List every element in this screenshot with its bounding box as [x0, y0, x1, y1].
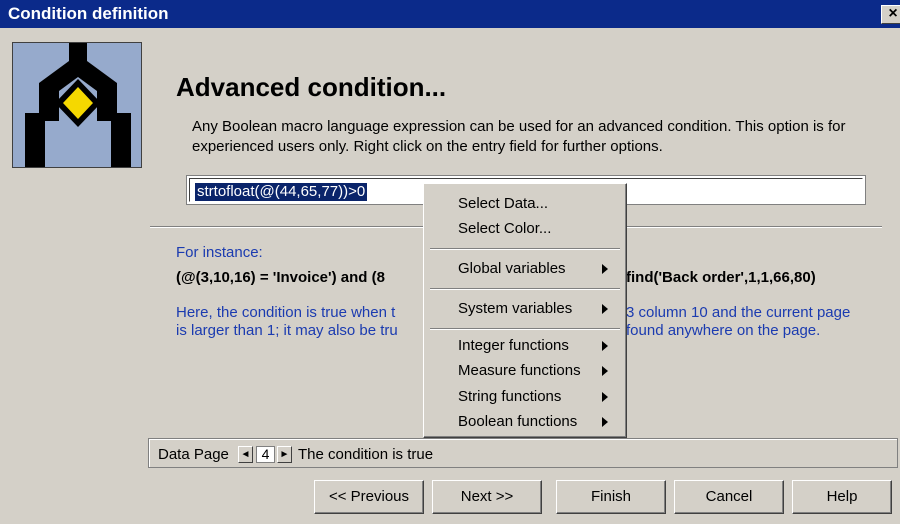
status-bar: Data Page ◄ 4 ► The condition is true [148, 438, 898, 468]
window-title: Condition definition [8, 4, 169, 23]
menu-item-integer-functions[interactable]: Integer functions [436, 336, 616, 356]
menu-item-boolean-functions[interactable]: Boolean functions [436, 412, 616, 432]
menu-item-label: System variables [458, 300, 573, 317]
next-button[interactable]: Next >> [432, 480, 542, 514]
submenu-arrow-icon [602, 304, 608, 314]
menu-item-global-variables[interactable]: Global variables [436, 259, 616, 279]
menu-item-string-functions[interactable]: String functions [436, 387, 616, 407]
finish-button[interactable]: Finish [556, 480, 666, 514]
submenu-arrow-icon [602, 417, 608, 427]
menu-separator [430, 328, 620, 330]
example-expression-left: (@(3,10,16) = 'Invoice') and (8 [176, 269, 385, 286]
menu-item-label: Boolean functions [458, 413, 578, 430]
cancel-button[interactable]: Cancel [674, 480, 784, 514]
menu-separator [430, 288, 620, 290]
menu-item-label: Select Color... [458, 220, 552, 237]
help-button[interactable]: Help [792, 480, 892, 514]
previous-button[interactable]: << Previous [314, 480, 424, 514]
menu-item-label: Global variables [458, 260, 566, 277]
page-number-field[interactable]: 4 [256, 446, 275, 463]
expression-context-menu: Select Data... Select Color... Global va… [423, 183, 627, 438]
submenu-arrow-icon [602, 366, 608, 376]
data-page-label: Data Page [158, 446, 229, 463]
menu-item-label: Select Data... [458, 195, 549, 212]
explanation-line2-left: is larger than 1; it may also be tru [176, 322, 398, 339]
explanation-line1-right: 3 column 10 and the current page [626, 304, 851, 321]
explanation-line1-left: Here, the condition is true when t [176, 304, 396, 321]
logo-graphic [13, 43, 141, 167]
submenu-arrow-icon [602, 264, 608, 274]
status-bar-bevel: Data Page ◄ 4 ► The condition is true [149, 439, 897, 467]
title-bar[interactable]: Condition definition × [0, 0, 900, 28]
example-expression-right: find('Back order',1,1,66,80) [626, 269, 816, 286]
condition-definition-dialog: Condition definition × Advanced conditio… [0, 0, 900, 524]
next-page-button[interactable]: ► [277, 446, 292, 463]
close-button[interactable]: × [881, 5, 900, 24]
menu-item-label: Integer functions [458, 337, 569, 354]
explanation-line2-right: found anywhere on the page. [626, 322, 821, 339]
menu-item-select-color[interactable]: Select Color... [436, 219, 616, 239]
menu-item-select-data[interactable]: Select Data... [436, 194, 616, 214]
expression-text: strtofloat(@(44,65,77))>0 [195, 183, 368, 201]
menu-item-measure-functions[interactable]: Measure functions [436, 361, 616, 381]
previous-page-button[interactable]: ◄ [238, 446, 253, 463]
condition-status-text: The condition is true [298, 446, 434, 463]
page-heading: Advanced condition... [176, 72, 447, 102]
submenu-arrow-icon [602, 392, 608, 402]
menu-separator [430, 248, 620, 250]
submenu-arrow-icon [602, 341, 608, 351]
menu-item-system-variables[interactable]: System variables [436, 299, 616, 319]
menu-item-label: Measure functions [458, 362, 581, 379]
menu-item-label: String functions [458, 388, 562, 405]
example-label: For instance: [176, 244, 263, 261]
wizard-logo-icon [12, 42, 142, 168]
page-description: Any Boolean macro language expression ca… [192, 118, 846, 155]
context-menu-bevel: Select Data... Select Color... Global va… [424, 184, 626, 437]
